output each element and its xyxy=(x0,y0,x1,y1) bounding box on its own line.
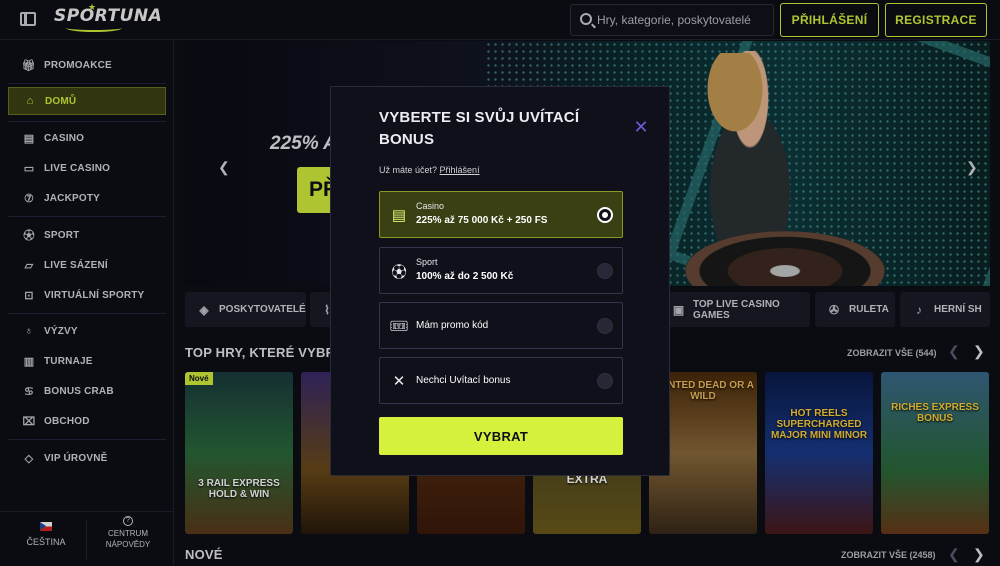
option-category: Casino xyxy=(416,201,445,211)
choose-button[interactable]: VYBRAT xyxy=(379,417,623,455)
option-bonus: 100% až do 2 500 Kč xyxy=(416,271,514,282)
login-link[interactable]: Přihlášení xyxy=(440,165,480,175)
modal-title: VYBERTE SI SVŮJ UVÍTACÍ BONUS xyxy=(379,109,580,148)
account-prompt: Už máte účet? Přihlášení xyxy=(379,165,480,175)
close-icon[interactable]: ✕ xyxy=(632,119,650,137)
option-category: Sport xyxy=(416,257,438,267)
bonus-option-casino[interactable]: ▤ Casino 225% až 75 000 Kč + 250 FS xyxy=(379,191,623,238)
option-radio[interactable] xyxy=(597,373,613,389)
football-icon: ⚽︎ xyxy=(391,263,407,281)
welcome-bonus-modal: VYBERTE SI SVŮJ UVÍTACÍ BONUS ✕ Už máte … xyxy=(330,86,670,476)
slot-icon: ▤ xyxy=(391,207,407,224)
option-radio[interactable] xyxy=(597,263,613,279)
ticket-icon: 🎟︎ xyxy=(389,318,409,335)
option-radio[interactable] xyxy=(597,318,613,334)
bonus-option-promo-code[interactable]: 🎟︎ Mám promo kód xyxy=(379,302,623,349)
option-label: Nechci Uvítací bonus xyxy=(416,375,511,386)
option-label: Mám promo kód xyxy=(416,320,489,331)
close-icon: ✕ xyxy=(392,373,406,390)
option-radio[interactable] xyxy=(597,207,613,223)
bonus-option-no-bonus[interactable]: ✕ Nechci Uvítací bonus xyxy=(379,357,623,404)
option-bonus: 225% až 75 000 Kč + 250 FS xyxy=(416,215,548,226)
bonus-option-sport[interactable]: ⚽︎ Sport 100% až do 2 500 Kč xyxy=(379,247,623,294)
account-prompt-text: Už máte účet? xyxy=(379,165,438,175)
